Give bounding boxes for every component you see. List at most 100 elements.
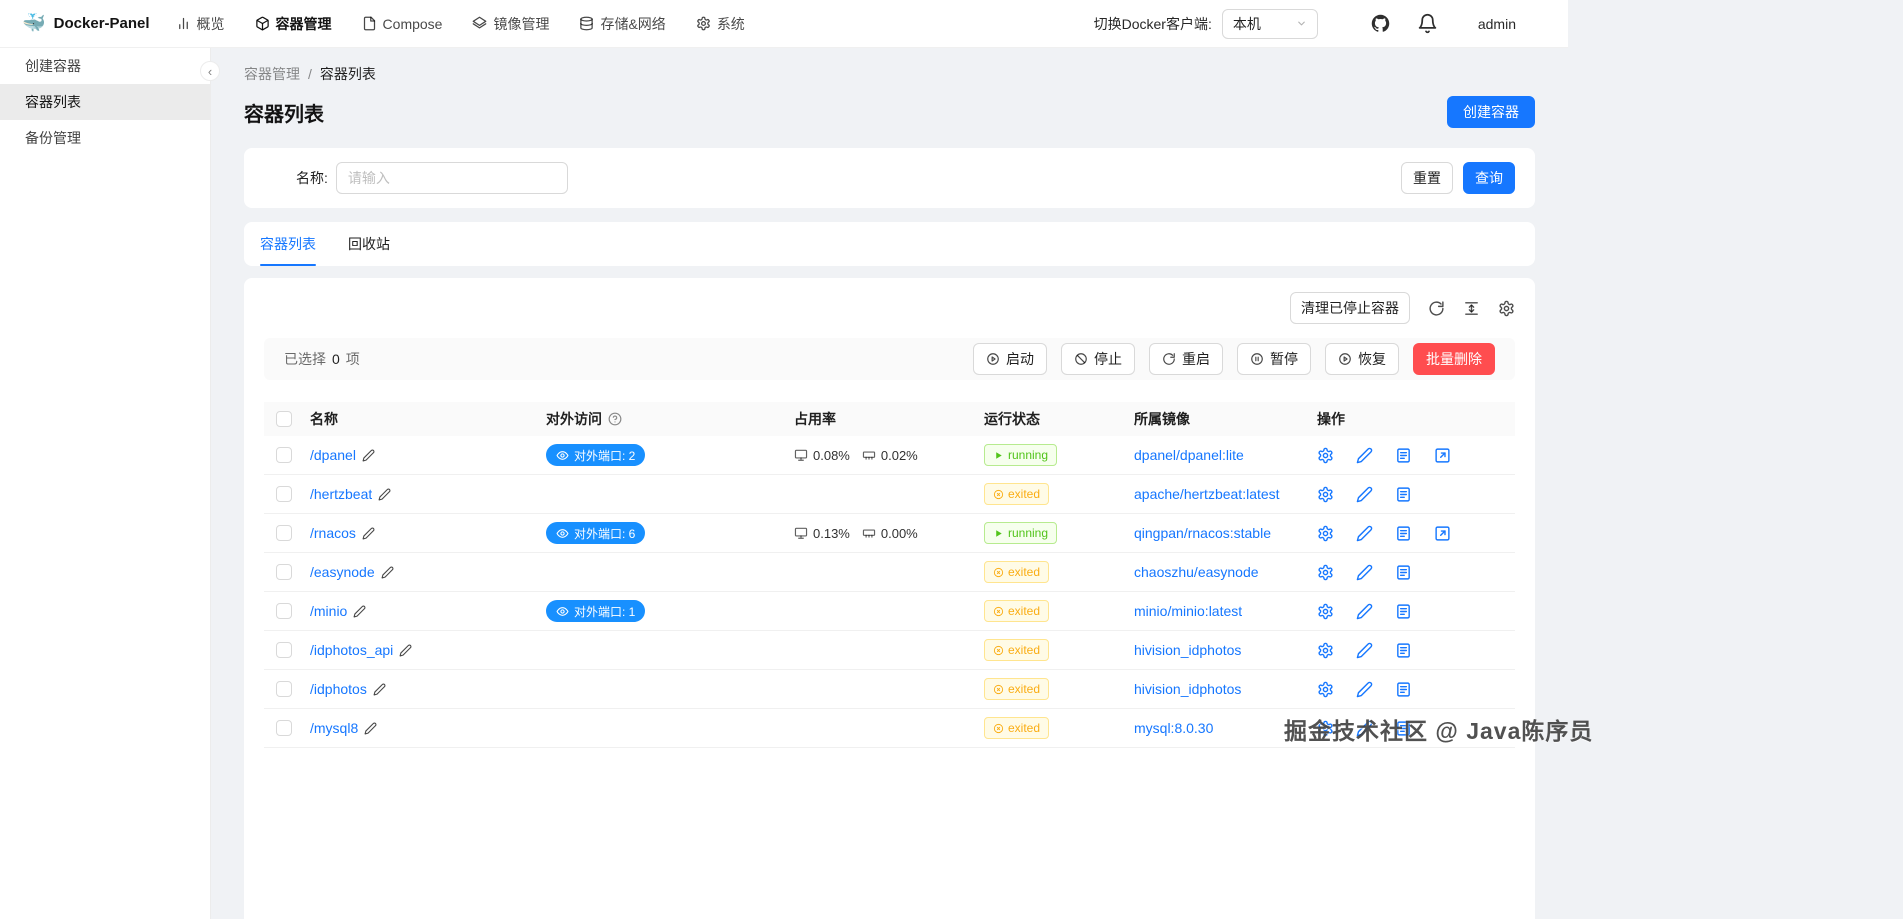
- rename-icon[interactable]: [353, 605, 366, 618]
- container-name-link[interactable]: /minio: [310, 603, 347, 619]
- row-checkbox[interactable]: [276, 642, 292, 658]
- edit-container-icon[interactable]: [1356, 603, 1373, 620]
- logs-icon[interactable]: [1395, 681, 1412, 698]
- row-checkbox[interactable]: [276, 564, 292, 580]
- select-all-checkbox[interactable]: [276, 411, 292, 427]
- edit-container-icon[interactable]: [1356, 564, 1373, 581]
- logs-icon[interactable]: [1395, 642, 1412, 659]
- sidebar-collapse-button[interactable]: ‹: [200, 61, 220, 81]
- container-settings-icon[interactable]: [1317, 447, 1334, 464]
- reset-button[interactable]: 重置: [1401, 162, 1453, 194]
- column-settings-icon[interactable]: [1498, 300, 1515, 317]
- logs-icon[interactable]: [1395, 564, 1412, 581]
- restart-button[interactable]: 重启: [1149, 343, 1223, 375]
- row-checkbox[interactable]: [276, 603, 292, 619]
- clean-stopped-containers-button[interactable]: 清理已停止容器: [1290, 292, 1410, 324]
- rename-icon[interactable]: [381, 566, 394, 579]
- breadcrumb-parent[interactable]: 容器管理: [244, 64, 300, 84]
- selected-suffix: 项: [345, 351, 360, 367]
- docker-whale-icon: 🐳: [22, 13, 46, 34]
- create-container-button[interactable]: 创建容器: [1447, 96, 1535, 128]
- container-settings-icon[interactable]: [1317, 525, 1334, 542]
- edit-container-icon[interactable]: [1356, 525, 1373, 542]
- container-settings-icon[interactable]: [1317, 564, 1334, 581]
- container-name-link[interactable]: /rnacos: [310, 525, 356, 541]
- row-checkbox[interactable]: [276, 486, 292, 502]
- tab-recycle-bin[interactable]: 回收站: [348, 222, 390, 266]
- image-link[interactable]: hivision_idphotos: [1134, 681, 1241, 697]
- image-link[interactable]: apache/hertzbeat:latest: [1134, 486, 1280, 502]
- sidebar-item-container-list[interactable]: 容器列表: [0, 84, 210, 120]
- nav-item-container-management[interactable]: 容器管理: [255, 14, 332, 34]
- stop-button[interactable]: 停止: [1061, 343, 1135, 375]
- port-badge[interactable]: 对外端口: 6: [546, 522, 646, 544]
- edit-container-icon[interactable]: [1356, 447, 1373, 464]
- container-settings-icon[interactable]: [1317, 603, 1334, 620]
- image-link[interactable]: qingpan/rnacos:stable: [1134, 525, 1271, 541]
- container-name-link[interactable]: /easynode: [310, 564, 375, 580]
- density-icon[interactable]: [1463, 300, 1480, 317]
- container-name-link[interactable]: /mysql8: [310, 720, 358, 736]
- bell-icon[interactable]: [1417, 13, 1438, 34]
- image-link[interactable]: minio/minio:latest: [1134, 603, 1242, 619]
- logs-icon[interactable]: [1395, 447, 1412, 464]
- github-icon[interactable]: [1370, 13, 1391, 34]
- open-external-icon[interactable]: [1434, 447, 1451, 464]
- cpu-usage: 0.13%: [794, 526, 850, 541]
- logs-icon[interactable]: [1395, 525, 1412, 542]
- logs-icon[interactable]: [1395, 603, 1412, 620]
- container-settings-icon[interactable]: [1317, 642, 1334, 659]
- rename-icon[interactable]: [364, 722, 377, 735]
- container-settings-icon[interactable]: [1317, 681, 1334, 698]
- top-navigation: 概览 容器管理 Compose 镜像管理 存储&网络 系统: [176, 14, 745, 34]
- row-checkbox[interactable]: [276, 525, 292, 541]
- nav-item-image-management[interactable]: 镜像管理: [472, 14, 549, 34]
- resume-button[interactable]: 恢复: [1325, 343, 1399, 375]
- container-name-link[interactable]: /hertzbeat: [310, 486, 372, 502]
- username[interactable]: admin: [1478, 16, 1516, 32]
- nav-item-compose[interactable]: Compose: [362, 16, 442, 32]
- batch-delete-button[interactable]: 批量删除: [1413, 343, 1495, 375]
- container-settings-icon[interactable]: [1317, 720, 1334, 737]
- logs-icon[interactable]: [1395, 720, 1412, 737]
- edit-container-icon[interactable]: [1356, 720, 1373, 737]
- rename-icon[interactable]: [362, 527, 375, 540]
- name-filter-input[interactable]: [335, 162, 568, 194]
- image-link[interactable]: chaoszhu/easynode: [1134, 564, 1259, 580]
- tab-container-list[interactable]: 容器列表: [260, 222, 316, 266]
- container-name-link[interactable]: /idphotos_api: [310, 642, 393, 658]
- docker-client-select[interactable]: 本机: [1221, 8, 1318, 39]
- nav-item-storage-network[interactable]: 存储&网络: [579, 14, 666, 34]
- row-checkbox[interactable]: [276, 720, 292, 736]
- image-link[interactable]: mysql:8.0.30: [1134, 720, 1213, 736]
- row-checkbox[interactable]: [276, 681, 292, 697]
- pause-button[interactable]: 暂停: [1237, 343, 1311, 375]
- container-name-link[interactable]: /idphotos: [310, 681, 367, 697]
- nav-item-system[interactable]: 系统: [696, 14, 745, 34]
- edit-container-icon[interactable]: [1356, 681, 1373, 698]
- edit-container-icon[interactable]: [1356, 486, 1373, 503]
- rename-icon[interactable]: [399, 644, 412, 657]
- image-link[interactable]: hivision_idphotos: [1134, 642, 1241, 658]
- help-circle-icon[interactable]: [608, 412, 622, 426]
- image-link[interactable]: dpanel/dpanel:lite: [1134, 447, 1244, 463]
- running-play-icon: [996, 451, 1002, 459]
- rename-icon[interactable]: [373, 683, 386, 696]
- sidebar-item-create-container[interactable]: 创建容器: [0, 48, 210, 84]
- exited-cross-icon: [993, 489, 1004, 499]
- logs-icon[interactable]: [1395, 486, 1412, 503]
- query-button[interactable]: 查询: [1463, 162, 1515, 194]
- edit-container-icon[interactable]: [1356, 642, 1373, 659]
- nav-item-overview[interactable]: 概览: [176, 14, 225, 34]
- sidebar-item-backup-management[interactable]: 备份管理: [0, 120, 210, 156]
- refresh-icon[interactable]: [1428, 300, 1445, 317]
- port-badge[interactable]: 对外端口: 1: [546, 600, 646, 622]
- rename-icon[interactable]: [362, 449, 375, 462]
- container-name-link[interactable]: /dpanel: [310, 447, 356, 463]
- start-button[interactable]: 启动: [973, 343, 1047, 375]
- row-checkbox[interactable]: [276, 447, 292, 463]
- rename-icon[interactable]: [378, 488, 391, 501]
- open-external-icon[interactable]: [1434, 525, 1451, 542]
- port-badge[interactable]: 对外端口: 2: [546, 444, 646, 466]
- container-settings-icon[interactable]: [1317, 486, 1334, 503]
